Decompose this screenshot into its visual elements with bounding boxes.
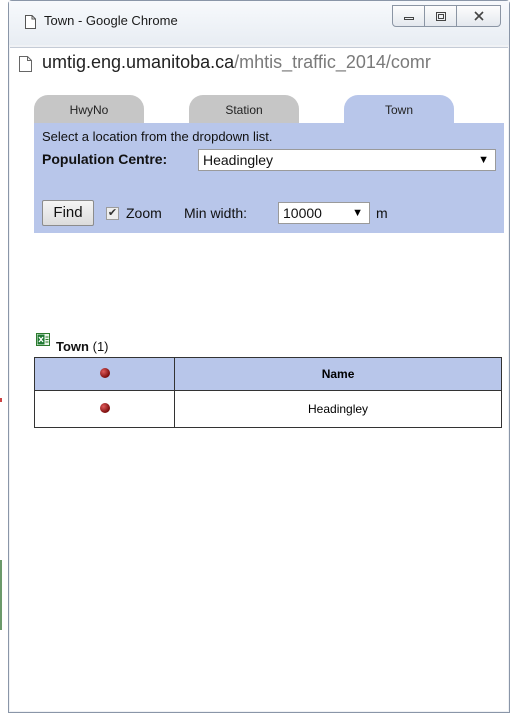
browser-popup-window: Town - Google Chrome umtig.eng.umanitoba…	[8, 0, 510, 713]
instruction-text: Select a location from the dropdown list…	[42, 129, 273, 144]
results-table: Name Headingley	[33, 357, 502, 428]
window-controls	[392, 5, 501, 27]
edge-marker	[0, 398, 2, 402]
zoom-checkbox[interactable]: ✔	[106, 207, 119, 220]
document-icon	[25, 15, 36, 29]
maximize-button[interactable]	[424, 5, 457, 27]
close-icon	[473, 11, 484, 21]
url-path: /mhtis_traffic_2014/comr	[234, 52, 431, 72]
map-marker-icon	[99, 368, 110, 378]
search-tabs: HwyNo Station Town	[34, 95, 504, 127]
min-width-value: 10000	[283, 205, 322, 221]
address-bar[interactable]: umtig.eng.umanitoba.ca/mhtis_traffic_201…	[10, 47, 508, 82]
url-host: umtig.eng.umanitoba.ca	[42, 52, 235, 72]
unit-label: m	[376, 205, 388, 221]
search-panel: Select a location from the dropdown list…	[34, 123, 504, 233]
edge-line	[0, 560, 2, 630]
results-count: (1)	[92, 339, 109, 354]
results-title-text: Town	[56, 339, 89, 354]
row-name-cell[interactable]: Headingley	[174, 390, 502, 428]
population-centre-select[interactable]: Headingley ▼	[198, 149, 496, 171]
column-header-name[interactable]: Name	[174, 357, 502, 391]
find-button[interactable]: Find	[42, 200, 94, 226]
url-text[interactable]: umtig.eng.umanitoba.ca/mhtis_traffic_201…	[42, 52, 431, 73]
row-marker-cell[interactable]	[33, 390, 176, 428]
page-icon	[19, 56, 32, 72]
checkmark-icon: ✔	[107, 207, 118, 219]
minimize-button[interactable]	[392, 5, 425, 27]
close-button[interactable]	[456, 5, 501, 27]
population-centre-value: Headingley	[203, 152, 274, 168]
table-row[interactable]: Headingley	[33, 390, 502, 428]
population-centre-label: Population Centre:	[42, 151, 168, 167]
min-width-select[interactable]: 10000 ▼	[278, 202, 370, 224]
table-header-row: Name	[33, 357, 502, 391]
page-content: HwyNo Station Town Select a location fro…	[10, 81, 508, 711]
results-title: Town (1)	[56, 339, 109, 354]
minimize-icon	[403, 17, 414, 20]
min-width-label: Min width:	[184, 205, 248, 221]
excel-export-icon[interactable]	[36, 333, 50, 346]
dropdown-arrow-icon: ▼	[352, 207, 363, 219]
window-title: Town - Google Chrome	[44, 13, 178, 28]
dropdown-arrow-icon: ▼	[478, 154, 489, 166]
column-header-marker	[33, 357, 176, 391]
title-bar[interactable]: Town - Google Chrome	[9, 1, 509, 45]
maximize-icon	[435, 11, 446, 21]
map-marker-icon[interactable]	[99, 403, 110, 413]
zoom-label: Zoom	[126, 205, 162, 221]
